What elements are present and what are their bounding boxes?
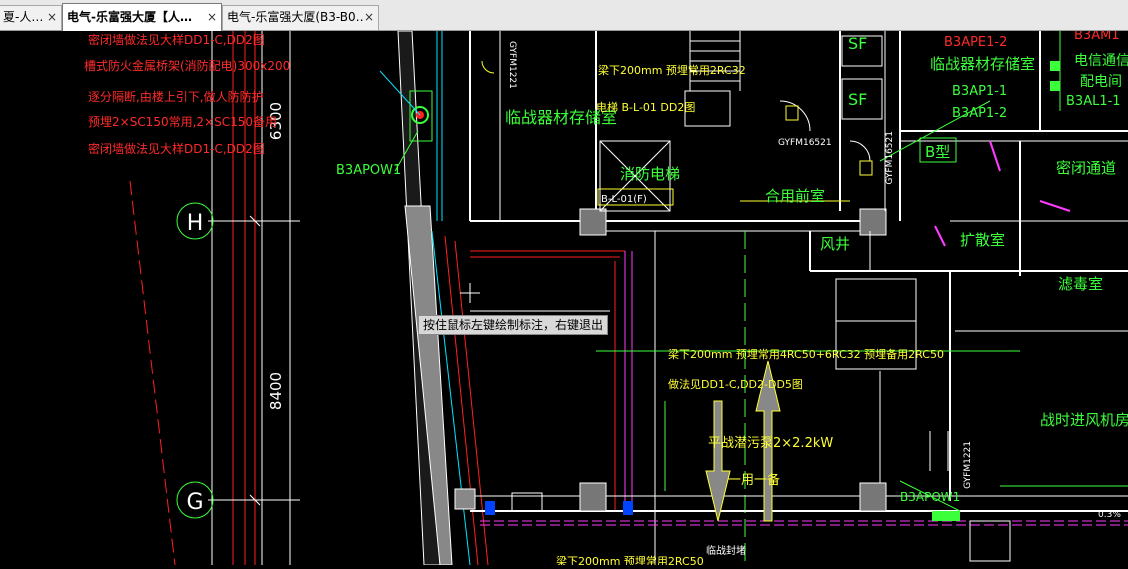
red-note-1: 密闭墙做法见大样DD1-C,DD2图 xyxy=(88,32,265,47)
door-gyfm1221-right: GYFM1221 xyxy=(963,441,973,489)
room-sealed-passage: 密闭通道 xyxy=(1056,159,1116,177)
b3al1-1-label: B3AL1-1 xyxy=(1066,94,1121,109)
b-type-label: B型 xyxy=(925,143,950,161)
tab-2-label: 电气-乐富强大厦【人… xyxy=(67,10,192,24)
axis-g-label: G xyxy=(186,490,203,515)
beam-note-bottom: 梁下200mm 预埋常用2RC50 xyxy=(556,554,704,565)
tab-2[interactable]: 电气-乐富强大厦【人… × xyxy=(62,3,222,31)
close-icon[interactable]: × xyxy=(364,6,374,29)
room-comm: 电信通信 xyxy=(1074,53,1128,69)
door-gyfm16521-a: GYFM16521 xyxy=(778,138,832,148)
drawing-canvas[interactable]: H G 6300 8400 密闭墙做法见大样DD1-C,DD2图 槽式防火金属桥… xyxy=(0,28,1128,568)
method-note: 做法见DD1-C,DD2-DD5图 xyxy=(668,377,803,391)
elevator-box-label: 电梯 B-L-01 DD2图 xyxy=(596,101,695,114)
b3am-label: B3AM1 xyxy=(1074,31,1120,43)
tab-1[interactable]: 夏-人… × xyxy=(0,5,62,30)
gyfm1221-top: GYFM1221 xyxy=(507,41,517,89)
b3apow1-left: B3APOW1 xyxy=(336,163,401,178)
red-note-2: 槽式防火金属桥架(消防配电)300x200 xyxy=(84,58,290,73)
tab-3-label: 电气-乐富强大厦(B3-B0… xyxy=(227,10,363,24)
b3ape1-2-label: B3APE1-2 xyxy=(944,35,1007,50)
close-icon[interactable]: × xyxy=(47,6,57,29)
close-icon[interactable]: × xyxy=(207,4,217,30)
room-fire-elevator: 消防电梯 xyxy=(620,165,680,183)
fire-vehicle-label: 临战封堵 xyxy=(706,544,746,557)
pump-note: 平战潜污泵2×2.2kW xyxy=(708,436,833,451)
room-wartime-fan: 战时进风机房 xyxy=(1040,411,1128,429)
command-tooltip: 按住鼠标左键绘制标注，右键退出 xyxy=(418,315,609,335)
room-power: 配电间 xyxy=(1080,74,1122,90)
b3apow1-right: B3APOW1 xyxy=(900,490,960,504)
axis-h-label: H xyxy=(187,211,204,236)
dim-lower: 8400 xyxy=(267,372,285,410)
red-note-4: 预埋2×SC150常用,2×SC150备用 xyxy=(88,115,277,129)
room-combined-lobby: 合用前室 xyxy=(765,187,825,205)
room-expansion: 扩散室 xyxy=(960,231,1005,249)
b3ap1-1-label: B3AP1-1 xyxy=(952,84,1007,99)
tab-3[interactable]: 电气-乐富强大厦(B3-B0… × xyxy=(222,5,379,30)
tab-1-label: 夏-人… xyxy=(3,10,44,24)
beam-note-mid: 梁下200mm 预埋常用4RC50+6RC32 预埋备用2RC50 xyxy=(668,347,944,361)
red-note-5: 密闭墙做法见大样DD1-C,DD2图 xyxy=(88,141,265,156)
elevator-tag: B-L-01(F) xyxy=(601,194,647,205)
slope-label: 0.3% xyxy=(1098,510,1121,520)
cad-drawing[interactable]: H G 6300 8400 密闭墙做法见大样DD1-C,DD2图 槽式防火金属桥… xyxy=(0,28,1128,568)
b3ap1-2-label: B3AP1-2 xyxy=(952,106,1007,121)
red-note-3: 逐分隔断,由楼上引下,做人防防护 xyxy=(88,89,264,104)
room-air-shaft: 风井 xyxy=(820,235,850,253)
beam-note-top: 梁下200mm 预埋常用2RC32 xyxy=(598,63,746,77)
shaft-sf-2: SF xyxy=(848,90,867,109)
pump-duty: 一用一备 xyxy=(728,472,780,488)
room-filter: 滤毒室 xyxy=(1058,275,1103,293)
shaft-sf-1: SF xyxy=(848,34,867,53)
door-gyfm16521-b: GYFM16521 xyxy=(885,131,895,185)
tab-bar: 夏-人… × 电气-乐富强大厦【人… × 电气-乐富强大厦(B3-B0… × xyxy=(0,0,1128,31)
room-storage-right: 临战器材存储室 xyxy=(930,55,1035,73)
